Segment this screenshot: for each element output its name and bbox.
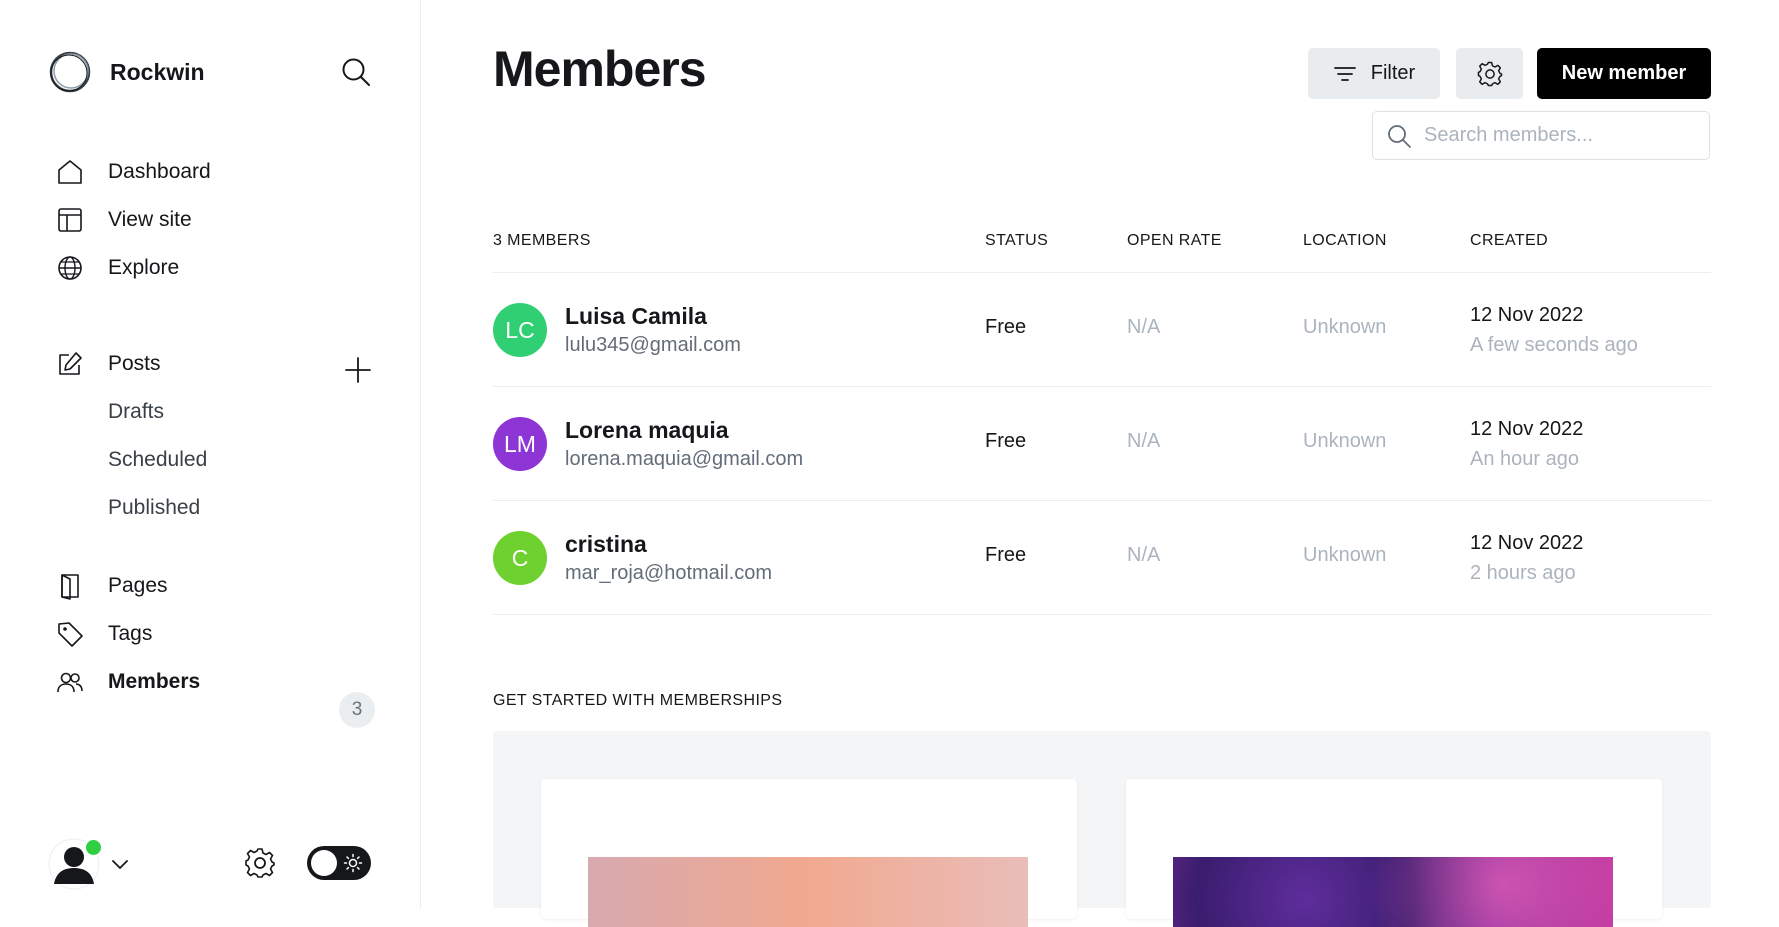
sidebar-item-label: Pages: [108, 574, 168, 597]
column-location[interactable]: LOCATION: [1303, 232, 1387, 250]
sidebar-item-view-site[interactable]: View site: [56, 202, 192, 238]
column-created[interactable]: CREATED: [1470, 232, 1548, 250]
member-name: Lorena maquia: [565, 417, 729, 443]
get-started-card[interactable]: [541, 779, 1077, 927]
created-relative: An hour ago: [1470, 448, 1579, 470]
users-icon: [56, 668, 84, 696]
created-date: 12 Nov 2022: [1470, 418, 1584, 440]
get-started-heading: GET STARTED WITH MEMBERSHIPS: [493, 692, 783, 709]
members-count-badge: 3: [339, 692, 375, 728]
sidebar-item-label: Posts: [108, 352, 161, 375]
sidebar-item-posts[interactable]: Posts: [56, 346, 161, 382]
filter-button[interactable]: Filter: [1308, 48, 1440, 99]
created-relative: 2 hours ago: [1470, 562, 1576, 584]
sidebar-item-explore[interactable]: Explore: [56, 250, 179, 286]
sun-icon: [343, 853, 363, 873]
member-avatar: C: [493, 531, 547, 585]
sidebar-item-tags[interactable]: Tags: [56, 616, 152, 652]
table-row[interactable]: LM Lorena maquia lorena.maquia@gmail.com…: [493, 387, 1711, 501]
search-icon[interactable]: [340, 56, 372, 88]
member-status: Free: [985, 430, 1027, 452]
member-name: Luisa Camila: [565, 303, 707, 329]
member-status: Free: [985, 544, 1027, 566]
chevron-down-icon[interactable]: [108, 852, 132, 876]
toggle-knob: [311, 850, 337, 876]
get-started-card[interactable]: [1126, 779, 1662, 927]
members-settings-button[interactable]: [1456, 48, 1523, 99]
brand[interactable]: Rockwin: [48, 48, 205, 96]
sidebar-item-label: Members: [108, 670, 201, 693]
sidebar-item-dashboard[interactable]: Dashboard: [56, 154, 211, 190]
member-cell[interactable]: LC Luisa Camila lulu345@gmail.com: [493, 301, 741, 359]
page-title: Members: [493, 41, 707, 97]
filter-label: Filter: [1370, 62, 1416, 84]
site-name: Rockwin: [110, 58, 205, 85]
member-location: Unknown: [1303, 430, 1387, 452]
member-email: lorena.maquia@gmail.com: [565, 448, 804, 470]
tag-icon: [56, 620, 84, 648]
sidebar-item-pages[interactable]: Pages: [56, 568, 168, 604]
members-table: 3 MEMBERS STATUS OPEN RATE LOCATION CREA…: [493, 222, 1711, 615]
layout-icon: [56, 206, 84, 234]
member-open-rate: N/A: [1127, 544, 1161, 566]
column-status[interactable]: STATUS: [985, 232, 1048, 250]
theme-toggle[interactable]: [307, 846, 371, 880]
member-avatar: LM: [493, 417, 547, 471]
card-image: [1173, 857, 1613, 927]
column-members[interactable]: 3 MEMBERS: [493, 232, 591, 250]
sidebar-item-published[interactable]: Published: [108, 492, 200, 524]
online-status-dot: [84, 838, 103, 857]
table-header: 3 MEMBERS STATUS OPEN RATE LOCATION CREA…: [493, 222, 1711, 273]
book-icon: [56, 572, 84, 600]
member-created: 12 Nov 2022 An hour ago: [1470, 414, 1583, 474]
card-image: [588, 857, 1028, 927]
search-icon: [1386, 123, 1412, 149]
new-member-button[interactable]: New member: [1537, 48, 1711, 99]
search-members[interactable]: [1372, 111, 1710, 160]
filter-icon: [1333, 62, 1357, 86]
member-cell[interactable]: C cristina mar_roja@hotmail.com: [493, 529, 772, 587]
sidebar: Rockwin Dashboard View site Explore Post…: [0, 0, 421, 908]
add-post-icon[interactable]: [343, 355, 373, 385]
gear-icon: [1477, 61, 1502, 86]
settings-gear-icon[interactable]: [243, 846, 277, 880]
table-row[interactable]: LC Luisa Camila lulu345@gmail.com Free N…: [493, 273, 1711, 387]
member-cell[interactable]: LM Lorena maquia lorena.maquia@gmail.com: [493, 415, 803, 473]
sidebar-item-label: Tags: [108, 622, 153, 645]
member-email: lulu345@gmail.com: [565, 334, 741, 356]
sidebar-item-drafts[interactable]: Drafts: [108, 396, 164, 428]
sidebar-item-scheduled[interactable]: Scheduled: [108, 444, 207, 476]
get-started-panel: [493, 731, 1711, 927]
globe-icon: [56, 254, 84, 282]
member-created: 12 Nov 2022 A few seconds ago: [1470, 300, 1638, 360]
sidebar-item-label: Explore: [108, 256, 180, 279]
member-open-rate: N/A: [1127, 316, 1161, 338]
site-logo-icon: [49, 51, 91, 93]
member-name: cristina: [565, 531, 647, 557]
created-relative: A few seconds ago: [1470, 334, 1638, 356]
member-created: 12 Nov 2022 2 hours ago: [1470, 528, 1583, 588]
member-location: Unknown: [1303, 544, 1387, 566]
edit-icon: [56, 350, 84, 378]
member-email: mar_roja@hotmail.com: [565, 562, 773, 584]
sidebar-item-label: Dashboard: [108, 160, 211, 183]
home-icon: [56, 158, 84, 186]
created-date: 12 Nov 2022: [1470, 304, 1584, 326]
member-status: Free: [985, 316, 1027, 338]
sidebar-item-members[interactable]: Members: [56, 664, 200, 700]
created-date: 12 Nov 2022: [1470, 532, 1584, 554]
column-open-rate[interactable]: OPEN RATE: [1127, 232, 1222, 250]
table-row[interactable]: C cristina mar_roja@hotmail.com Free N/A…: [493, 501, 1711, 615]
member-open-rate: N/A: [1127, 430, 1161, 452]
sidebar-item-label: View site: [108, 208, 192, 231]
member-location: Unknown: [1303, 316, 1387, 338]
search-members-input[interactable]: [1422, 123, 1686, 148]
member-avatar: LC: [493, 303, 547, 357]
